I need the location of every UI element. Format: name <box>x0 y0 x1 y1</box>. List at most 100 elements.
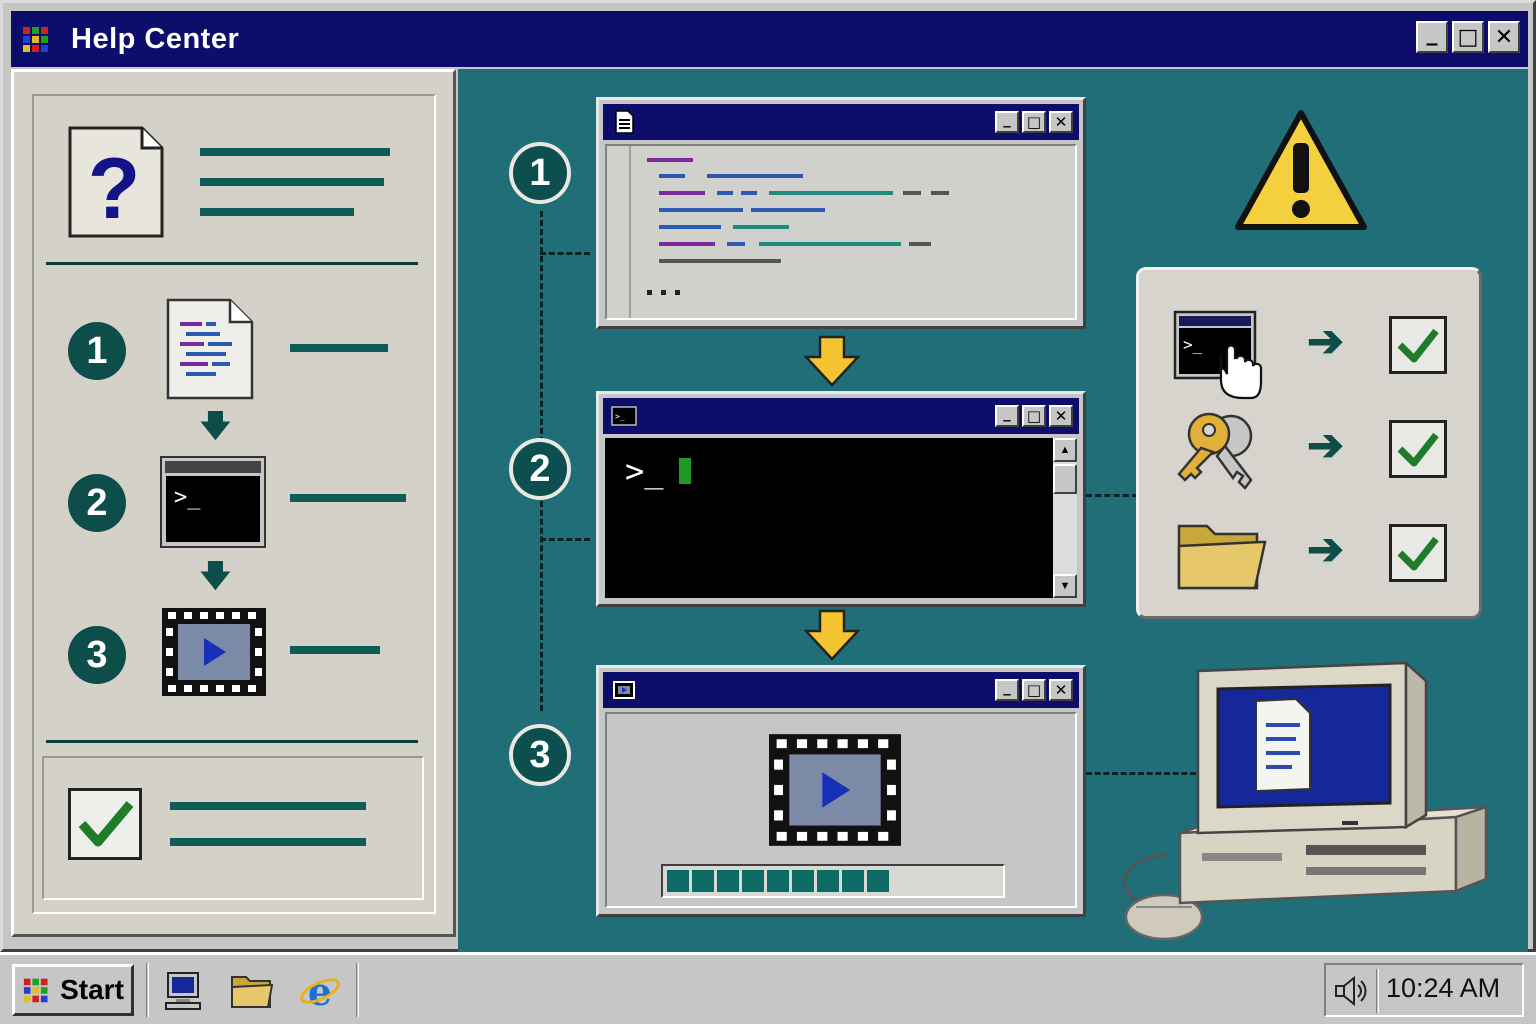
terminal-cursor <box>679 458 691 484</box>
computer-icon[interactable] <box>162 969 206 1013</box>
close-icon: ✕ <box>1054 407 1068 425</box>
code-editor-body[interactable] <box>605 144 1077 320</box>
sidebar-step-3-number: 3 <box>68 626 126 684</box>
folder-icon[interactable] <box>230 969 274 1013</box>
terminal-prompt: >_ <box>625 452 664 490</box>
start-label: Start <box>60 974 124 1005</box>
progress-fill <box>667 870 889 892</box>
taskbar-separator <box>356 963 359 1017</box>
checkmark-icon <box>1397 536 1439 571</box>
footer-text-line <box>170 838 366 846</box>
minimize-button[interactable]: _ <box>995 404 1019 427</box>
terminal-window[interactable]: >_ _ □ ✕ >_ ▲ ▼ <box>596 391 1086 607</box>
tray-separator <box>1376 969 1379 1013</box>
video-play-icon <box>162 608 266 696</box>
taskbar-separator <box>146 963 149 1017</box>
computer-illustration <box>1123 660 1488 941</box>
terminal-icon: >_ <box>160 456 266 548</box>
header-text-line <box>200 208 354 216</box>
progress-bar <box>661 864 1005 898</box>
header-text-line <box>200 178 384 186</box>
flow-step-2-number: 2 <box>509 438 571 500</box>
checklist-item-1-checkbox[interactable] <box>1389 316 1447 374</box>
terminal-body[interactable]: >_ <box>605 438 1053 598</box>
svg-text:>_: >_ <box>1183 335 1203 354</box>
arrow-right-icon: ➔ <box>1307 421 1344 470</box>
footer-text-line <box>170 802 366 810</box>
connector-line <box>540 211 543 461</box>
maximize-icon: □ <box>1457 24 1479 50</box>
terminal-icon: >_ <box>611 406 637 426</box>
close-icon: ✕ <box>1054 681 1068 699</box>
scroll-down-button[interactable]: ▼ <box>1053 574 1077 598</box>
checklist-panel: >_ ➔ ➔ ➔ <box>1136 267 1482 619</box>
checkmark-icon <box>68 788 142 860</box>
minimize-button[interactable]: _ <box>995 678 1019 701</box>
maximize-icon: □ <box>1026 407 1042 425</box>
help-center-window: Help Center _ □ ✕ ? 1 🡇 2 >_ 🡇 3 1 2 3 _… <box>0 0 1536 953</box>
arrow-down-icon <box>804 335 860 387</box>
title-bar[interactable]: Help Center _ □ ✕ <box>11 11 1528 67</box>
start-button[interactable]: Start <box>12 964 134 1016</box>
code-editor-window[interactable]: _ □ ✕ <box>596 97 1086 329</box>
checklist-item-3-checkbox[interactable] <box>1389 524 1447 582</box>
sidebar-step-2-number: 2 <box>68 474 126 532</box>
maximize-button[interactable]: □ <box>1022 111 1046 133</box>
scrollbar[interactable]: ▲ ▼ <box>1053 438 1077 598</box>
minimize-button[interactable]: _ <box>995 110 1019 133</box>
scroll-up-icon: ▲ <box>1059 444 1071 456</box>
step-2-text-line <box>290 494 406 502</box>
warning-icon <box>1235 110 1367 230</box>
maximize-button[interactable]: □ <box>1022 405 1046 427</box>
close-button[interactable]: ✕ <box>1049 679 1073 701</box>
close-button[interactable]: ✕ <box>1049 405 1073 427</box>
minimize-icon: _ <box>1003 110 1011 128</box>
close-button[interactable]: ✕ <box>1488 21 1520 53</box>
progress-segment <box>692 870 714 892</box>
speaker-icon[interactable] <box>1334 975 1368 1007</box>
terminal-click-icon: >_ <box>1173 310 1263 400</box>
terminal-titlebar[interactable]: >_ _ □ ✕ <box>603 398 1079 434</box>
clock[interactable]: 10:24 AM <box>1386 973 1500 1004</box>
code-editor-titlebar[interactable]: _ □ ✕ <box>603 104 1079 140</box>
folder-icon <box>1177 524 1267 590</box>
taskbar: Start e 10:24 AM <box>0 952 1536 1024</box>
checkmark-icon <box>1397 432 1439 467</box>
arrow-down-icon <box>804 609 860 661</box>
svg-text:>_: >_ <box>615 412 625 421</box>
checklist-item-2-checkbox[interactable] <box>1389 420 1447 478</box>
browser-icon[interactable]: e <box>298 969 342 1013</box>
film-icon <box>613 681 635 699</box>
windows-logo-icon <box>23 978 48 1003</box>
document-icon <box>615 110 634 134</box>
flow-step-3-number: 3 <box>509 724 571 786</box>
scroll-down-icon: ▼ <box>1059 580 1071 592</box>
minimize-icon: _ <box>1003 404 1011 422</box>
sidebar-divider <box>46 740 418 743</box>
window-title: Help Center <box>71 22 240 55</box>
svg-text:e: e <box>308 969 332 1013</box>
arrow-down-icon: 🡇 <box>200 560 231 593</box>
close-button[interactable]: ✕ <box>1049 111 1073 133</box>
video-player-window[interactable]: _ □ ✕ <box>596 665 1086 917</box>
video-player-titlebar[interactable]: _ □ ✕ <box>603 672 1079 708</box>
arrow-right-icon: ➔ <box>1307 525 1344 574</box>
code-document-icon <box>166 298 254 400</box>
step-3-text-line <box>290 646 380 654</box>
maximize-button[interactable]: □ <box>1452 21 1484 53</box>
minimize-button[interactable]: _ <box>1416 21 1448 53</box>
minimize-icon: _ <box>1426 20 1438 46</box>
svg-text:?: ? <box>88 141 141 237</box>
maximize-button[interactable]: □ <box>1022 679 1046 701</box>
video-play-icon[interactable] <box>769 734 901 846</box>
header-text-line <box>200 148 390 156</box>
key-icon <box>1177 412 1253 490</box>
sidebar-divider <box>46 262 418 265</box>
scroll-thumb[interactable] <box>1053 464 1077 494</box>
flow-step-1-number: 1 <box>509 142 571 204</box>
checkmark-icon <box>1397 328 1439 363</box>
scroll-up-button[interactable]: ▲ <box>1053 438 1077 462</box>
arrow-right-icon: ➔ <box>1307 317 1344 366</box>
progress-segment <box>867 870 889 892</box>
step-1-text-line <box>290 344 388 352</box>
